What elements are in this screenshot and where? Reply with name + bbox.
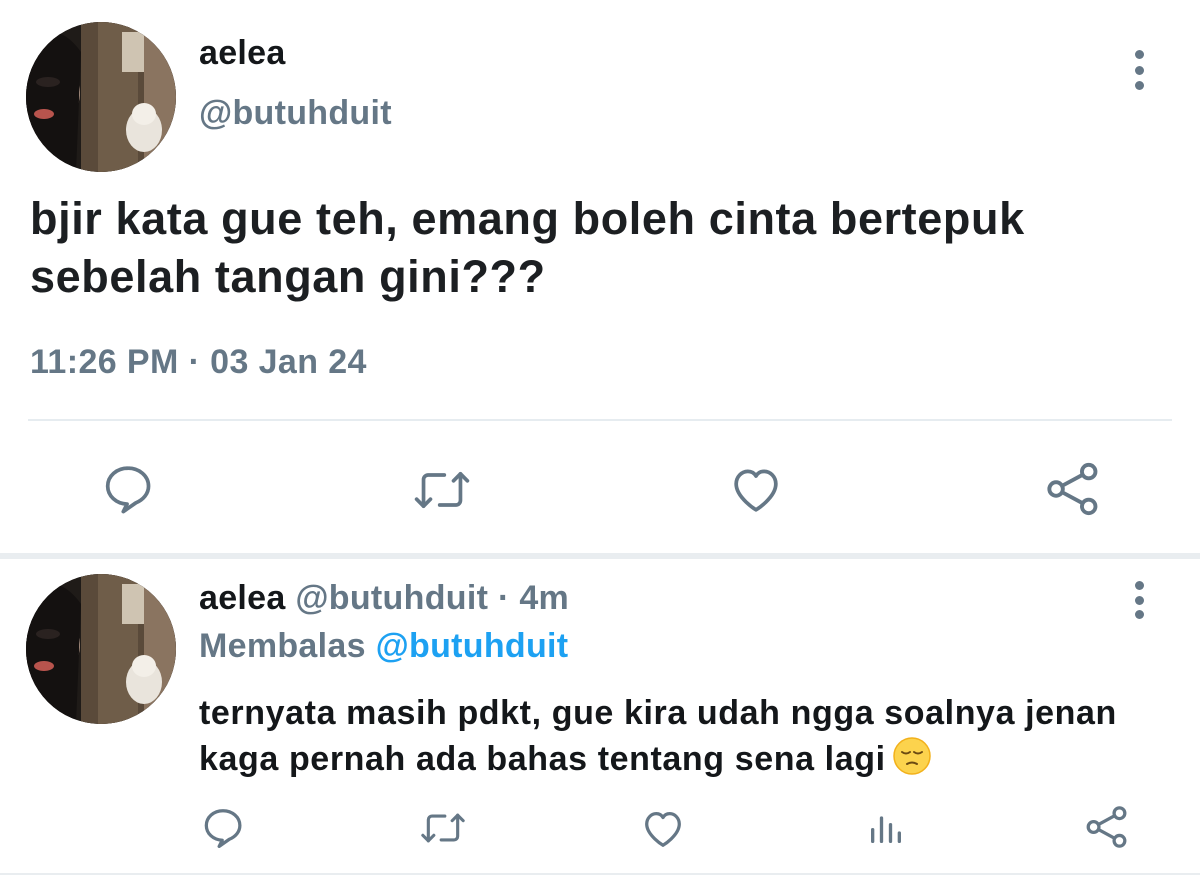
retweet-icon[interactable]	[412, 462, 472, 518]
dot	[1134, 581, 1144, 590]
author-handle[interactable]: @butuhduit	[199, 94, 392, 133]
share-icon[interactable]	[1084, 804, 1130, 850]
section-divider	[0, 553, 1200, 559]
reply-author-handle[interactable]: @butuhduit	[295, 579, 488, 617]
reply-time[interactable]: 4m	[519, 579, 569, 617]
dot	[1134, 81, 1144, 90]
reply-header: aelea @butuhduit · 4m	[199, 579, 569, 618]
reply-icon[interactable]	[100, 460, 156, 516]
avatar-photo	[26, 22, 176, 172]
share-icon[interactable]	[1044, 460, 1102, 518]
reply-avatar[interactable]	[26, 574, 176, 724]
avatar-photo	[26, 574, 176, 724]
dot	[1134, 610, 1144, 619]
like-icon[interactable]	[728, 462, 784, 518]
avatar[interactable]	[26, 22, 176, 172]
analytics-icon[interactable]	[866, 808, 906, 848]
reply-text-block: ternyata masih pdkt, gue kira udah ngga …	[199, 690, 1179, 788]
replying-to: Membalas @butuhduit	[199, 627, 568, 666]
main-tweet: aelea @butuhduit bjir kata gue teh, eman…	[0, 0, 1200, 553]
retweet-icon[interactable]	[418, 806, 468, 850]
replying-to-handle[interactable]: @butuhduit	[376, 627, 569, 665]
author-name[interactable]: aelea	[199, 34, 286, 73]
like-icon[interactable]	[640, 806, 686, 852]
more-options-icon[interactable]	[1124, 581, 1154, 619]
more-options-icon[interactable]	[1124, 50, 1154, 90]
separator: ·	[497, 579, 510, 617]
tweet-timestamp[interactable]: 11:26 PM · 03 Jan 24	[30, 343, 367, 382]
pensive-face-icon	[892, 736, 932, 788]
dot	[1134, 50, 1144, 59]
reply-text: ternyata masih pdkt, gue kira udah ngga …	[199, 694, 1117, 778]
tweet-text: bjir kata gue teh, emang boleh cinta ber…	[30, 193, 1025, 302]
dot	[1134, 595, 1144, 605]
replying-label: Membalas	[199, 627, 366, 665]
reply-icon[interactable]	[200, 804, 246, 850]
reply-author-name[interactable]: aelea	[199, 579, 286, 617]
dot	[1134, 65, 1144, 75]
divider	[28, 419, 1172, 421]
